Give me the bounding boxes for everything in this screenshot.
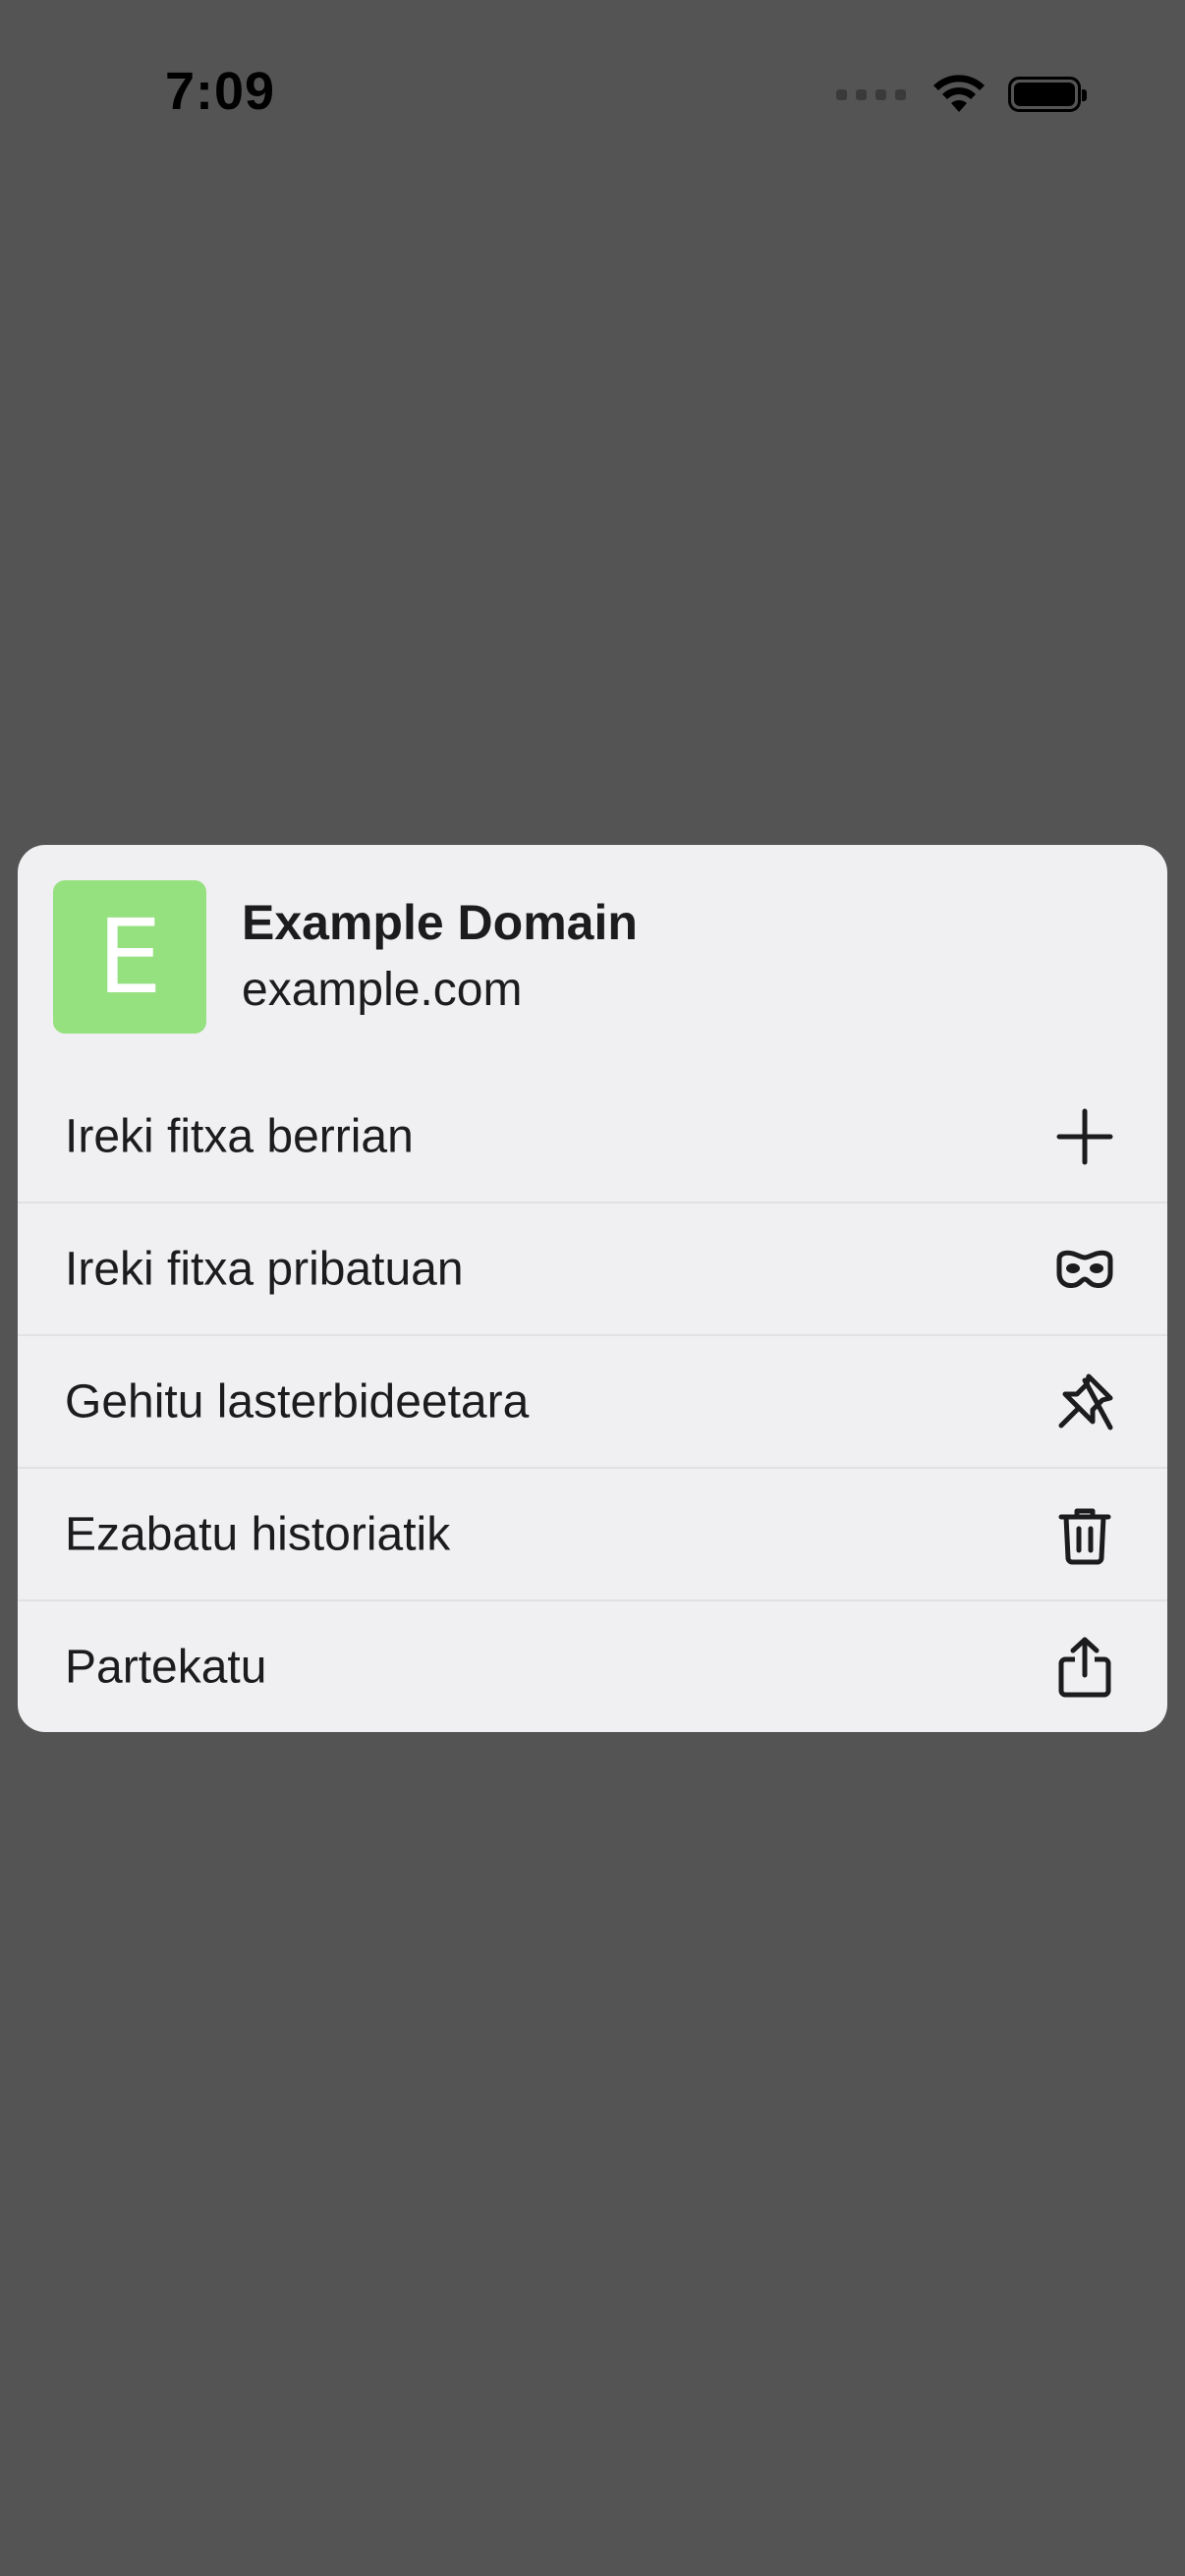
plus-icon (1053, 1105, 1116, 1168)
menu-item-delete-history[interactable]: Ezabatu historiatik (18, 1467, 1167, 1599)
site-title: Example Domain (242, 895, 638, 950)
pin-icon (1053, 1371, 1116, 1433)
trash-icon (1053, 1503, 1116, 1566)
menu-item-label: Partekatu (65, 1641, 267, 1693)
status-indicators (836, 69, 1087, 120)
menu-header: E Example Domain example.com (18, 845, 1167, 1071)
context-menu: E Example Domain example.com Ireki fitxa… (18, 845, 1167, 1732)
menu-item-label: Ezabatu historiatik (65, 1508, 451, 1560)
status-bar: 7:09 (0, 0, 1185, 187)
menu-item-label: Ireki fitxa pribatuan (65, 1243, 464, 1295)
menu-item-label: Gehitu lasterbideetara (65, 1375, 530, 1428)
site-favicon: E (53, 880, 206, 1034)
status-time: 7:09 (165, 62, 276, 121)
site-url: example.com (242, 964, 523, 1016)
menu-item-open-private-tab[interactable]: Ireki fitxa pribatuan (18, 1202, 1167, 1334)
cellular-signal-icon (836, 88, 906, 100)
share-icon (1053, 1636, 1116, 1699)
mask-icon (1053, 1238, 1116, 1301)
battery-icon (1008, 77, 1087, 112)
menu-item-label: Ireki fitxa berrian (65, 1110, 414, 1162)
wifi-icon (933, 75, 985, 112)
menu-item-share[interactable]: Partekatu (18, 1599, 1167, 1732)
menu-item-add-shortcut[interactable]: Gehitu lasterbideetara (18, 1334, 1167, 1467)
menu-items: Ireki fitxa berrian Ireki fitxa pribatua… (18, 1071, 1167, 1732)
menu-item-open-new-tab[interactable]: Ireki fitxa berrian (18, 1071, 1167, 1202)
